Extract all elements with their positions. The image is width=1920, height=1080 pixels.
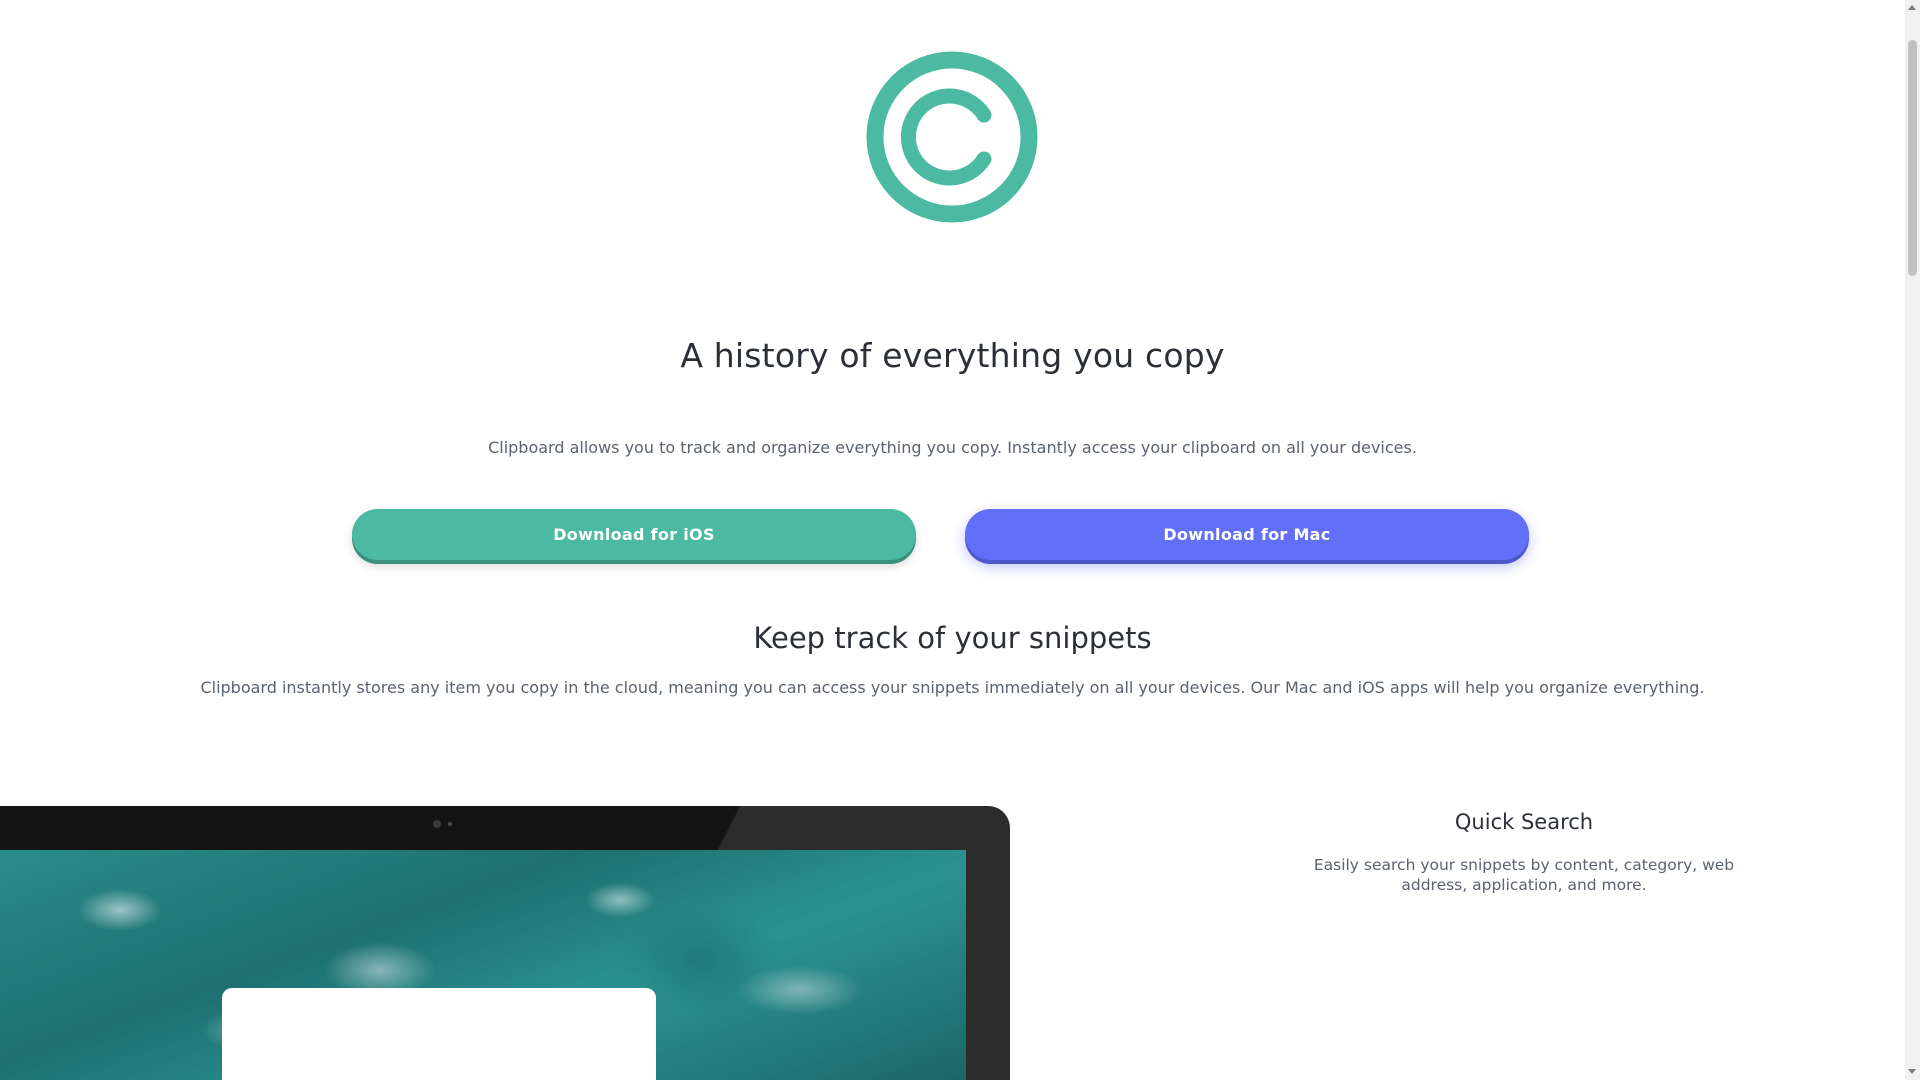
hero-lead: Clipboard allows you to track and organi…	[488, 438, 1417, 457]
download-ios-label: Download for iOS	[553, 525, 715, 544]
scroll-down-arrow-icon[interactable]	[1908, 1069, 1916, 1074]
feature-description: Easily search your snippets by content, …	[1313, 856, 1735, 894]
vertical-scrollbar[interactable]	[1905, 0, 1920, 1080]
laptop-screen	[0, 850, 966, 1080]
feature-title: Quick Search	[1454, 810, 1594, 834]
laptop-bezel	[0, 806, 740, 850]
snippets-title: Keep track of your snippets	[753, 621, 1152, 655]
camera-icon	[433, 820, 441, 828]
snippets-description: Clipboard instantly stores any item you …	[200, 678, 1705, 697]
download-mac-label: Download for Mac	[1163, 525, 1331, 544]
app-window-preview	[222, 988, 656, 1080]
page: A history of everything you copy Clipboa…	[0, 0, 1905, 1080]
download-mac-button[interactable]: Download for Mac	[965, 509, 1529, 560]
hero-headline: A history of everything you copy	[680, 336, 1225, 375]
scroll-thumb[interactable]	[1908, 40, 1917, 276]
clipboard-logo-icon	[866, 51, 1038, 223]
camera-light	[448, 822, 452, 826]
scroll-up-arrow-icon[interactable]	[1908, 5, 1916, 10]
download-ios-button[interactable]: Download for iOS	[352, 509, 916, 560]
laptop-mockup-image	[0, 806, 1010, 1080]
